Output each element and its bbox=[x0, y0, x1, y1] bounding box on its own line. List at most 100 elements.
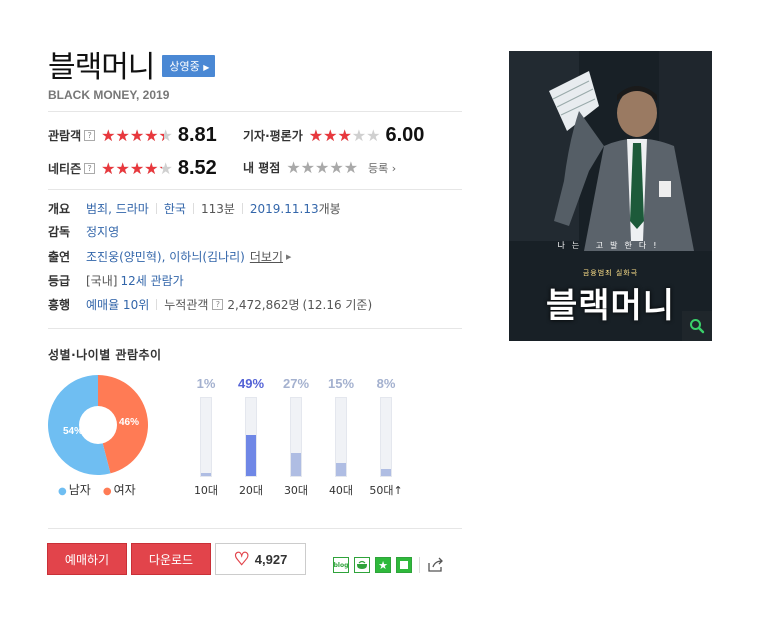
age-bar bbox=[201, 473, 211, 476]
legend-female-label: 여자 bbox=[113, 483, 136, 497]
movie-poster[interactable]: 나는 고발한다! 금융범죄 실화극 블랙머니 bbox=[509, 51, 712, 341]
age-bar-column: 8% 50대↑ bbox=[366, 376, 406, 498]
legend-male: ● 남자 bbox=[58, 481, 91, 498]
poster-credit: 금융범죄 실화극 bbox=[582, 269, 639, 277]
cumulative-label: 누적관객 bbox=[164, 298, 209, 312]
separator bbox=[241, 203, 243, 214]
age-bar-value-label: 27% bbox=[282, 376, 310, 391]
chevron-right-icon: ▶ bbox=[285, 252, 292, 261]
chevron-right-icon: ▶ bbox=[203, 63, 210, 72]
overview-label: 개요 bbox=[48, 202, 71, 216]
heart-icon: ♡ bbox=[233, 549, 250, 569]
age-bar bbox=[336, 463, 346, 476]
download-button[interactable]: 다운로드 bbox=[131, 543, 211, 575]
runtime: 113분 bbox=[200, 202, 235, 216]
english-title: BLACK MONEY, 2019 bbox=[48, 88, 170, 102]
age-bar-value-label: 8% bbox=[376, 376, 396, 391]
director-label: 감독 bbox=[48, 225, 71, 239]
cafe-share-icon[interactable] bbox=[354, 557, 370, 573]
age-bar-value-label: 1% bbox=[196, 376, 216, 391]
separator bbox=[419, 557, 420, 573]
separator bbox=[155, 203, 157, 214]
age-bar-category-label: 40대 bbox=[328, 484, 354, 497]
reservation-rank-link[interactable]: 예매율 10위 bbox=[86, 296, 149, 313]
overview-row: 개요 범죄, 드라마 한국 113분 2019.11.13 개봉 bbox=[48, 200, 341, 217]
netizen-stars: ★★★★★ ★★★★★ bbox=[101, 158, 173, 178]
register-label: 등록 bbox=[368, 161, 389, 175]
grade-row: 등급 [국내] 12세 관람가 bbox=[48, 272, 184, 289]
genre-link[interactable]: 범죄, 드라마 bbox=[86, 200, 149, 217]
memo-share-icon[interactable] bbox=[396, 557, 412, 573]
box-office-row: 흥행 예매율 10위 누적관객 ? 2,472,862명 (12.16 기준) bbox=[48, 296, 372, 313]
divider bbox=[48, 189, 462, 190]
age-bar-column: 49% 20대 bbox=[231, 376, 271, 498]
age-bar-category-label: 30대 bbox=[283, 484, 309, 497]
age-bar-column: 27% 30대 bbox=[276, 376, 316, 498]
director-link[interactable]: 정지영 bbox=[86, 223, 119, 240]
help-icon[interactable]: ? bbox=[84, 130, 96, 141]
critics-score: 6.00 bbox=[385, 124, 425, 146]
help-icon[interactable]: ? bbox=[84, 163, 96, 174]
age-bar-track bbox=[335, 397, 347, 477]
my-rating: 내 평점 ★★★★★ 등록 › bbox=[243, 159, 396, 176]
status-badge[interactable]: 상영중 ▶ bbox=[162, 55, 216, 77]
netizen-rating-label: 네티즌 bbox=[48, 162, 82, 176]
female-percent-label: 46% bbox=[119, 417, 139, 428]
cast-link[interactable]: 조진웅(양민혁), 이하늬(김나리) bbox=[86, 248, 245, 265]
age-bar-category-label: 20대 bbox=[238, 484, 264, 497]
cast-more-link[interactable]: 더보기 bbox=[250, 248, 283, 265]
zoom-button[interactable] bbox=[682, 311, 712, 341]
blog-share-icon[interactable]: blog bbox=[333, 557, 349, 573]
gender-legend: ● 남자 ● 여자 bbox=[58, 481, 136, 498]
cast-row: 출연 조진웅(양민혁), 이하늬(김나리) 더보기 ▶ bbox=[48, 248, 291, 265]
divider bbox=[48, 328, 462, 329]
reserve-button[interactable]: 예매하기 bbox=[47, 543, 127, 575]
age-bar bbox=[381, 469, 391, 476]
age-bar-column: 1% 10대 bbox=[186, 376, 226, 498]
my-rating-label: 내 평점 bbox=[243, 161, 281, 175]
bookmark-star-icon[interactable]: ★ bbox=[375, 557, 391, 573]
audience-chart-title: 성별·나이별 관람추이 bbox=[48, 348, 162, 362]
critics-stars-fill: ★★★★★ bbox=[308, 127, 352, 144]
poster-tagline: 나는 고발한다! bbox=[557, 241, 664, 250]
share-icon[interactable] bbox=[427, 557, 445, 573]
separator bbox=[192, 203, 194, 214]
box-office-label: 흥행 bbox=[48, 298, 71, 312]
like-button[interactable]: ♡ 4,927 bbox=[215, 543, 306, 575]
cast-label: 출연 bbox=[48, 250, 71, 264]
search-icon bbox=[690, 319, 705, 334]
legend-male-label: 남자 bbox=[68, 483, 91, 497]
netizen-rating: 네티즌 ? ★★★★★ ★★★★★ 8.52 bbox=[48, 157, 217, 180]
age-bar-value-label: 49% bbox=[237, 376, 265, 391]
age-bar-category-label: 50대↑ bbox=[369, 484, 403, 497]
netizen-stars-fill: ★★★★★ bbox=[101, 160, 162, 177]
age-bar bbox=[291, 453, 301, 476]
critics-stars: ★★★★★ ★★★★★ bbox=[308, 125, 381, 145]
my-rating-stars[interactable]: ★★★★★ bbox=[286, 159, 358, 176]
director-row: 감독 정지영 bbox=[48, 223, 119, 240]
age-bar-track bbox=[380, 397, 392, 477]
age-bar-track bbox=[290, 397, 302, 477]
audience-score: 8.81 bbox=[177, 124, 217, 146]
age-bar-track bbox=[200, 397, 212, 477]
age-bar-value-label: 15% bbox=[327, 376, 355, 391]
male-percent-label: 54% bbox=[63, 426, 83, 437]
country-link[interactable]: 한국 bbox=[164, 200, 186, 217]
help-icon[interactable]: ? bbox=[212, 299, 224, 310]
movie-title[interactable]: 블랙머니 bbox=[48, 42, 155, 86]
grade-link[interactable]: 12세 관람가 bbox=[120, 272, 183, 289]
pie-hole bbox=[79, 406, 117, 444]
grade-label: 등급 bbox=[48, 274, 71, 288]
gender-pie-chart: 54% 46% bbox=[48, 375, 148, 475]
release-date-link[interactable]: 2019.11.13 bbox=[250, 202, 319, 216]
critics-rating-label: 기자·평론가 bbox=[243, 129, 303, 143]
cumulative-date: (12.16 기준) bbox=[302, 298, 373, 312]
age-bar bbox=[246, 435, 256, 476]
legend-female: ● 여자 bbox=[103, 481, 136, 498]
age-bar-track bbox=[245, 397, 257, 477]
critics-rating: 기자·평론가 ★★★★★ ★★★★★ 6.00 bbox=[243, 124, 424, 147]
release-suffix: 개봉 bbox=[318, 202, 341, 216]
age-bar-category-label: 10대 bbox=[193, 484, 219, 497]
my-rating-register-link[interactable]: 등록 › bbox=[368, 160, 396, 176]
audience-rating: 관람객 ? ★★★★★ ★★★★★ 8.81 bbox=[48, 124, 217, 147]
